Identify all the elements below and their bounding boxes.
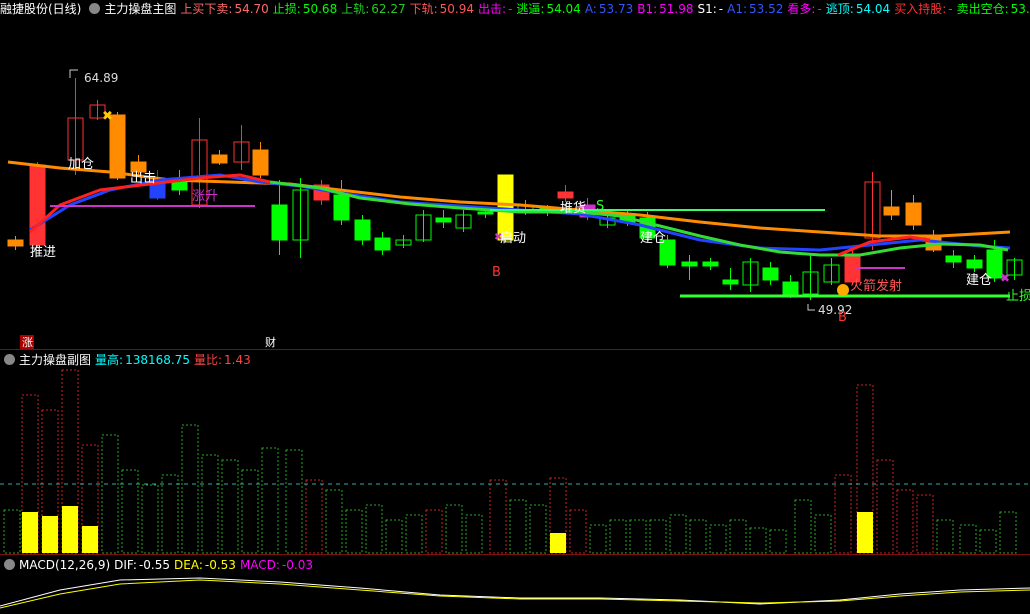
- volume-bar: [649, 519, 667, 554]
- volume-bar: [465, 514, 483, 554]
- candle-body: [435, 217, 452, 223]
- candle-body: [966, 259, 983, 269]
- volume-bar: [241, 469, 259, 554]
- volume-bar: [425, 509, 443, 554]
- candle-body: [702, 261, 719, 267]
- volume-bar: [405, 514, 423, 554]
- price-pointer: [807, 304, 815, 311]
- volume-bar: [569, 509, 587, 554]
- signal-label: 推进: [30, 245, 56, 260]
- volume-bar: [709, 524, 727, 554]
- volume-bar: [489, 479, 507, 554]
- volume-highlight: [857, 512, 873, 553]
- signal-label: 涨升: [192, 189, 218, 204]
- volume-bar: [979, 529, 997, 554]
- candle-body: [557, 191, 574, 199]
- volume-bar: [689, 519, 707, 554]
- candle-body: [905, 202, 922, 226]
- volume-bar: [609, 519, 627, 554]
- kline-chart-area[interactable]: 64.8949.92推进加仓出击涨升启动B堆货 S建仓火箭发射B建仓止损✖✖✖涨财: [0, 0, 1030, 614]
- cross-icon: ✖: [494, 232, 502, 243]
- signal-label: 出击: [130, 171, 156, 186]
- volume-bar: [121, 469, 139, 554]
- volume-bar: [999, 511, 1017, 554]
- volume-highlight: [82, 526, 98, 553]
- volume-highlight: [550, 533, 566, 553]
- candle-body: [477, 211, 494, 215]
- volume-bar: [345, 509, 363, 554]
- volume-highlight: [22, 512, 38, 553]
- signal-label: B: [492, 265, 501, 280]
- signal-label: 堆货: [560, 200, 586, 216]
- volume-bar: [936, 519, 954, 554]
- low-price-label: 49.92: [818, 303, 852, 317]
- volume-bar: [916, 494, 934, 554]
- candle-body: [762, 267, 779, 281]
- volume-bar: [794, 499, 812, 554]
- candle-body: [29, 164, 46, 246]
- candle-body: [681, 261, 698, 267]
- volume-bar: [445, 504, 463, 554]
- price-pointer: [69, 69, 78, 78]
- rocket-icon: [837, 284, 849, 296]
- volume-highlight: [62, 506, 78, 553]
- volume-bar: [365, 504, 383, 554]
- candle-body: [722, 279, 739, 285]
- volume-bar: [529, 504, 547, 554]
- volume-bar: [589, 524, 607, 554]
- volume-bar: [101, 434, 119, 554]
- volume-bar: [814, 514, 832, 554]
- volume-bar: [161, 474, 179, 554]
- macd-dea-line: [0, 579, 1030, 609]
- candle-body: [211, 154, 228, 164]
- volume-bar: [325, 489, 343, 554]
- cross-icon: ✖: [1000, 271, 1010, 285]
- signal-label: 建仓: [966, 273, 992, 288]
- volume-bar: [769, 529, 787, 554]
- volume-bar: [221, 459, 239, 554]
- volume-bar: [896, 489, 914, 554]
- volume-bar: [385, 519, 403, 554]
- high-price-label: 64.89: [84, 71, 118, 85]
- volume-bar: [305, 479, 323, 554]
- volume-bar: [629, 519, 647, 554]
- signal-label: 建仓: [640, 231, 666, 246]
- signal-label: 加仓: [68, 157, 94, 172]
- volume-bar: [3, 509, 21, 554]
- candle-body: [333, 194, 350, 221]
- signal-label: 止损: [1006, 289, 1030, 304]
- volume-bar: [729, 519, 747, 554]
- star-icon: ✖: [102, 109, 113, 124]
- candle-body: [782, 281, 799, 297]
- candle-body: [252, 149, 269, 176]
- volume-bar: [261, 447, 279, 554]
- volume-bar: [959, 524, 977, 554]
- volume-bar: [834, 474, 852, 554]
- volume-bar: [509, 499, 527, 554]
- signal-label: B: [838, 310, 847, 325]
- candle-body: [271, 204, 288, 241]
- candle-body: [7, 239, 24, 247]
- volume-bar: [876, 459, 894, 554]
- marker-label: 财: [265, 335, 276, 349]
- candle-body: [354, 219, 371, 241]
- volume-bar: [669, 514, 687, 554]
- candle-body: [945, 255, 962, 263]
- volume-bar: [181, 424, 199, 554]
- volume-bar: [749, 527, 767, 554]
- marker-label: 涨: [22, 336, 33, 349]
- candle-body: [883, 206, 900, 216]
- volume-bar: [141, 484, 159, 554]
- signal-label: S: [596, 199, 604, 214]
- volume-highlight: [42, 516, 58, 553]
- signal-label: 火箭发射: [850, 278, 902, 294]
- volume-bar: [285, 449, 303, 554]
- candle-body: [374, 237, 391, 251]
- signal-label: 启动: [500, 231, 526, 246]
- volume-bar: [201, 454, 219, 554]
- candle-body: [109, 114, 126, 179]
